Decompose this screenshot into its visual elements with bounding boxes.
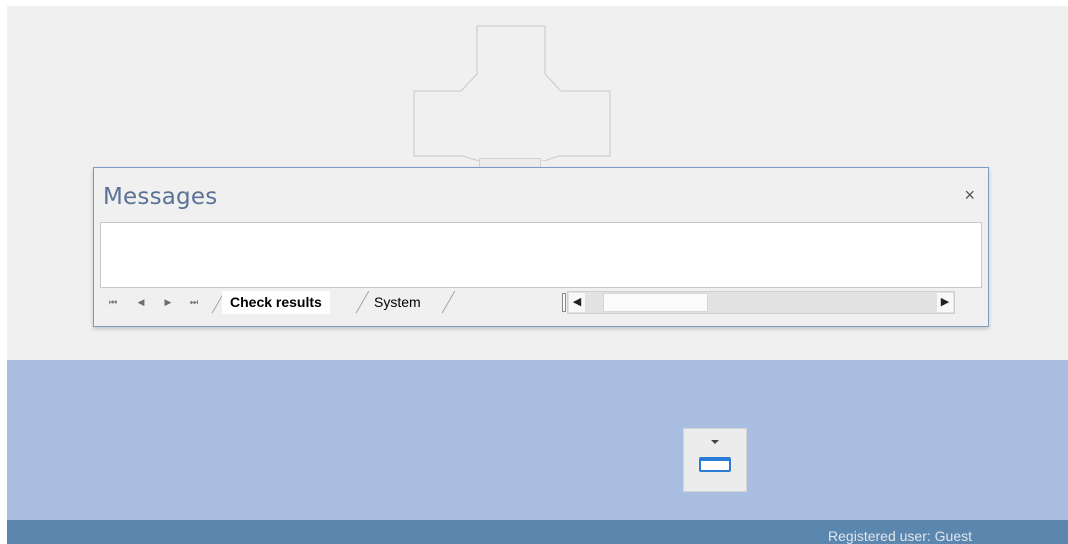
last-page-icon[interactable]: ⏭ <box>187 295 201 309</box>
status-user-label: Registered user: Guest <box>828 528 972 544</box>
workspace-area: Messages × ⏮ ◀ ▶ ⏭ Check results System … <box>7 6 1068 360</box>
prev-page-icon[interactable]: ◀ <box>134 295 148 309</box>
application-window: Messages × ⏮ ◀ ▶ ⏭ Check results System … <box>7 6 1068 544</box>
chevron-down-icon <box>711 440 719 444</box>
panel-title: Messages <box>103 184 218 210</box>
tab-system[interactable]: System <box>366 291 429 313</box>
tab-divider <box>441 291 456 313</box>
dock-area-target[interactable] <box>683 428 747 492</box>
messages-list <box>100 222 982 288</box>
scroll-right-icon[interactable]: ▶ <box>937 293 953 312</box>
first-page-icon[interactable]: ⏮ <box>106 295 120 309</box>
next-page-icon[interactable]: ▶ <box>161 295 175 309</box>
dock-guide-cross <box>413 25 611 161</box>
dock-guide-outline <box>413 25 611 161</box>
horizontal-scrollbar[interactable]: ◀ ▶ <box>562 291 955 314</box>
tab-check-results[interactable]: Check results <box>222 291 330 314</box>
close-icon[interactable]: × <box>964 186 975 204</box>
dock-preview-area <box>7 360 1068 520</box>
scrollbar-thumb[interactable] <box>603 293 708 312</box>
scroll-left-icon[interactable]: ◀ <box>569 293 585 312</box>
messages-panel: Messages × ⏮ ◀ ▶ ⏭ Check results System … <box>93 167 989 327</box>
dock-top-icon <box>699 457 731 472</box>
scrollbar-split-handle[interactable] <box>562 293 566 312</box>
status-bar: Registered user: Guest <box>7 520 1068 544</box>
